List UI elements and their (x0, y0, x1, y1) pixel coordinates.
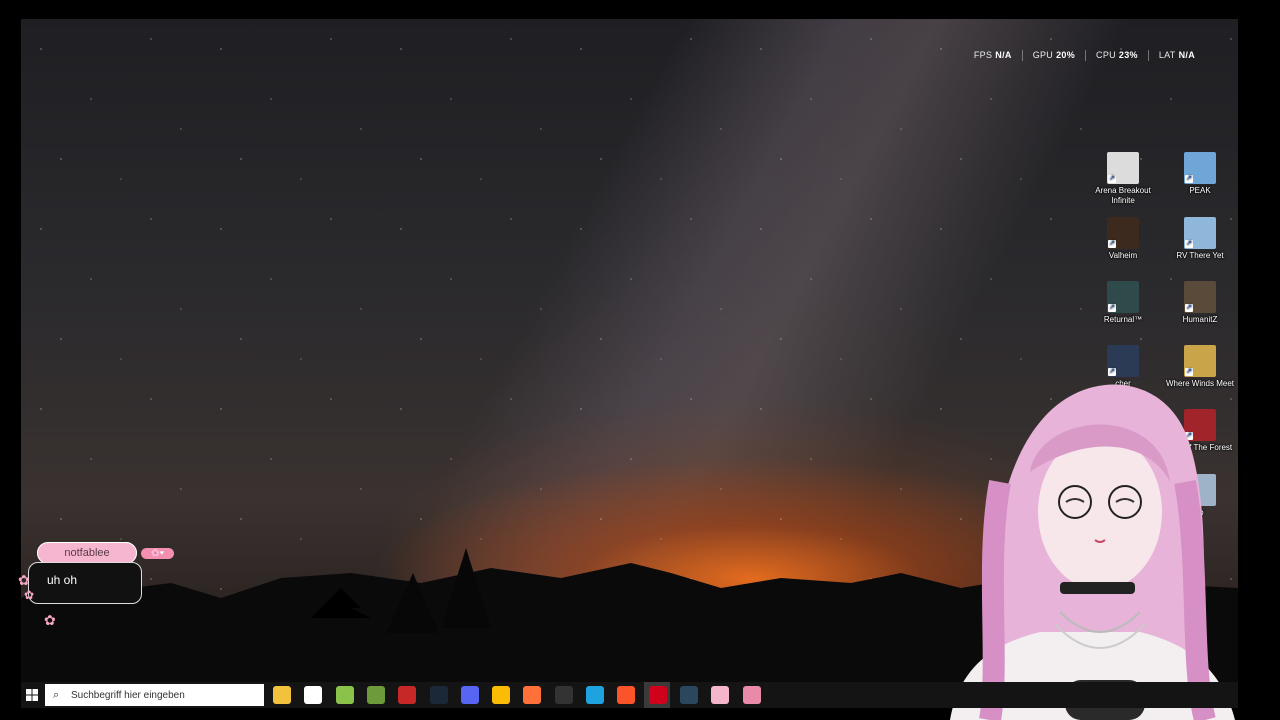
pink-app-icon[interactable] (711, 686, 730, 704)
flower-icon: ✿ (18, 572, 30, 588)
humanitz-icon: ↗ (1184, 281, 1216, 313)
arena-breakout-icon: ↗ (1107, 152, 1139, 184)
taskbar-search-box[interactable]: ⌕ Suchbegriff hier eingeben (45, 684, 264, 706)
discord-icon[interactable] (460, 686, 479, 704)
snake-game-icon[interactable] (398, 686, 417, 704)
pink-app-icon-2[interactable] (742, 686, 761, 704)
desktop-shortcut-label: HumanitZ (1182, 315, 1218, 324)
android-app-icon[interactable] (335, 686, 354, 704)
minecraft-icon[interactable] (366, 686, 385, 704)
opera-gx-icon[interactable] (648, 686, 667, 704)
desktop-shortcut-label: RV There Yet (1176, 251, 1224, 260)
flower-icon: ✿ (24, 588, 35, 602)
brave-icon[interactable] (617, 686, 636, 704)
desktop-shortcut-label: PEAK (1189, 186, 1211, 195)
performance-overlay: FPS N/A GPU 20% CPU 23% LAT N/A (974, 50, 1195, 61)
app-blue-icon[interactable] (586, 686, 604, 704)
desktop-shortcut-label: Returnal™ (1103, 315, 1143, 324)
chat-badges: 🌸♥ (141, 548, 174, 559)
start-button[interactable] (21, 682, 43, 708)
cpu-readout: CPU 23% (1096, 50, 1138, 60)
microsoft-store-icon[interactable] (304, 686, 323, 704)
desktop-shortcut-label: Arena Breakout Infinite (1095, 186, 1151, 205)
gpu-readout: GPU 20% (1032, 50, 1076, 60)
desktop-shortcut-label: Valheim (1108, 251, 1138, 260)
rv-there-yet-icon: ↗ (1184, 217, 1216, 249)
valheim-icon: ↗ (1107, 217, 1139, 249)
peak-icon: ↗ (1184, 152, 1216, 184)
desktop-shortcut[interactable]: ↗ Arena Breakout Infinite (1088, 152, 1158, 206)
windows-logo-icon (26, 689, 38, 701)
steam-icon[interactable] (429, 686, 448, 704)
firefox-icon[interactable] (523, 686, 542, 704)
chat-message: uh oh (28, 562, 142, 604)
shortcut-arrow-icon: ↗ (1108, 175, 1116, 183)
returnal-icon: ↗ (1107, 281, 1139, 313)
desktop-shortcut[interactable]: ↗ RV There Yet (1165, 217, 1235, 261)
fps-readout: FPS N/A (973, 50, 1012, 60)
speedtest-icon[interactable] (554, 686, 573, 704)
shortcut-arrow-icon: ↗ (1185, 175, 1193, 183)
search-placeholder: Suchbegriff hier eingeben (71, 689, 185, 701)
search-icon: ⌕ (53, 688, 60, 701)
shortcut-arrow-icon: ↗ (1108, 304, 1116, 312)
flower-icon: ✿ (44, 612, 56, 628)
chat-username: notfablee (37, 542, 137, 564)
shortcut-arrow-icon: ↗ (1185, 240, 1193, 248)
desktop-shortcut[interactable]: ↗ PEAK (1165, 152, 1235, 196)
desktop-shortcut[interactable]: ↗ Valheim (1088, 217, 1158, 261)
taskbar: ⌕ Suchbegriff hier eingeben (21, 682, 1238, 708)
chrome-icon[interactable] (492, 686, 511, 704)
steam-icon-2[interactable] (679, 686, 698, 704)
desktop-shortcut[interactable]: ↗ Returnal™ (1088, 281, 1158, 325)
vtuber-avatar (950, 384, 1235, 720)
shortcut-arrow-icon: ↗ (1108, 240, 1116, 248)
file-explorer-icon[interactable] (273, 686, 291, 704)
shortcut-arrow-icon: ↗ (1185, 304, 1193, 312)
latency-readout: LAT N/A (1158, 50, 1195, 60)
desktop-shortcut[interactable]: ↗ HumanitZ (1165, 281, 1235, 325)
